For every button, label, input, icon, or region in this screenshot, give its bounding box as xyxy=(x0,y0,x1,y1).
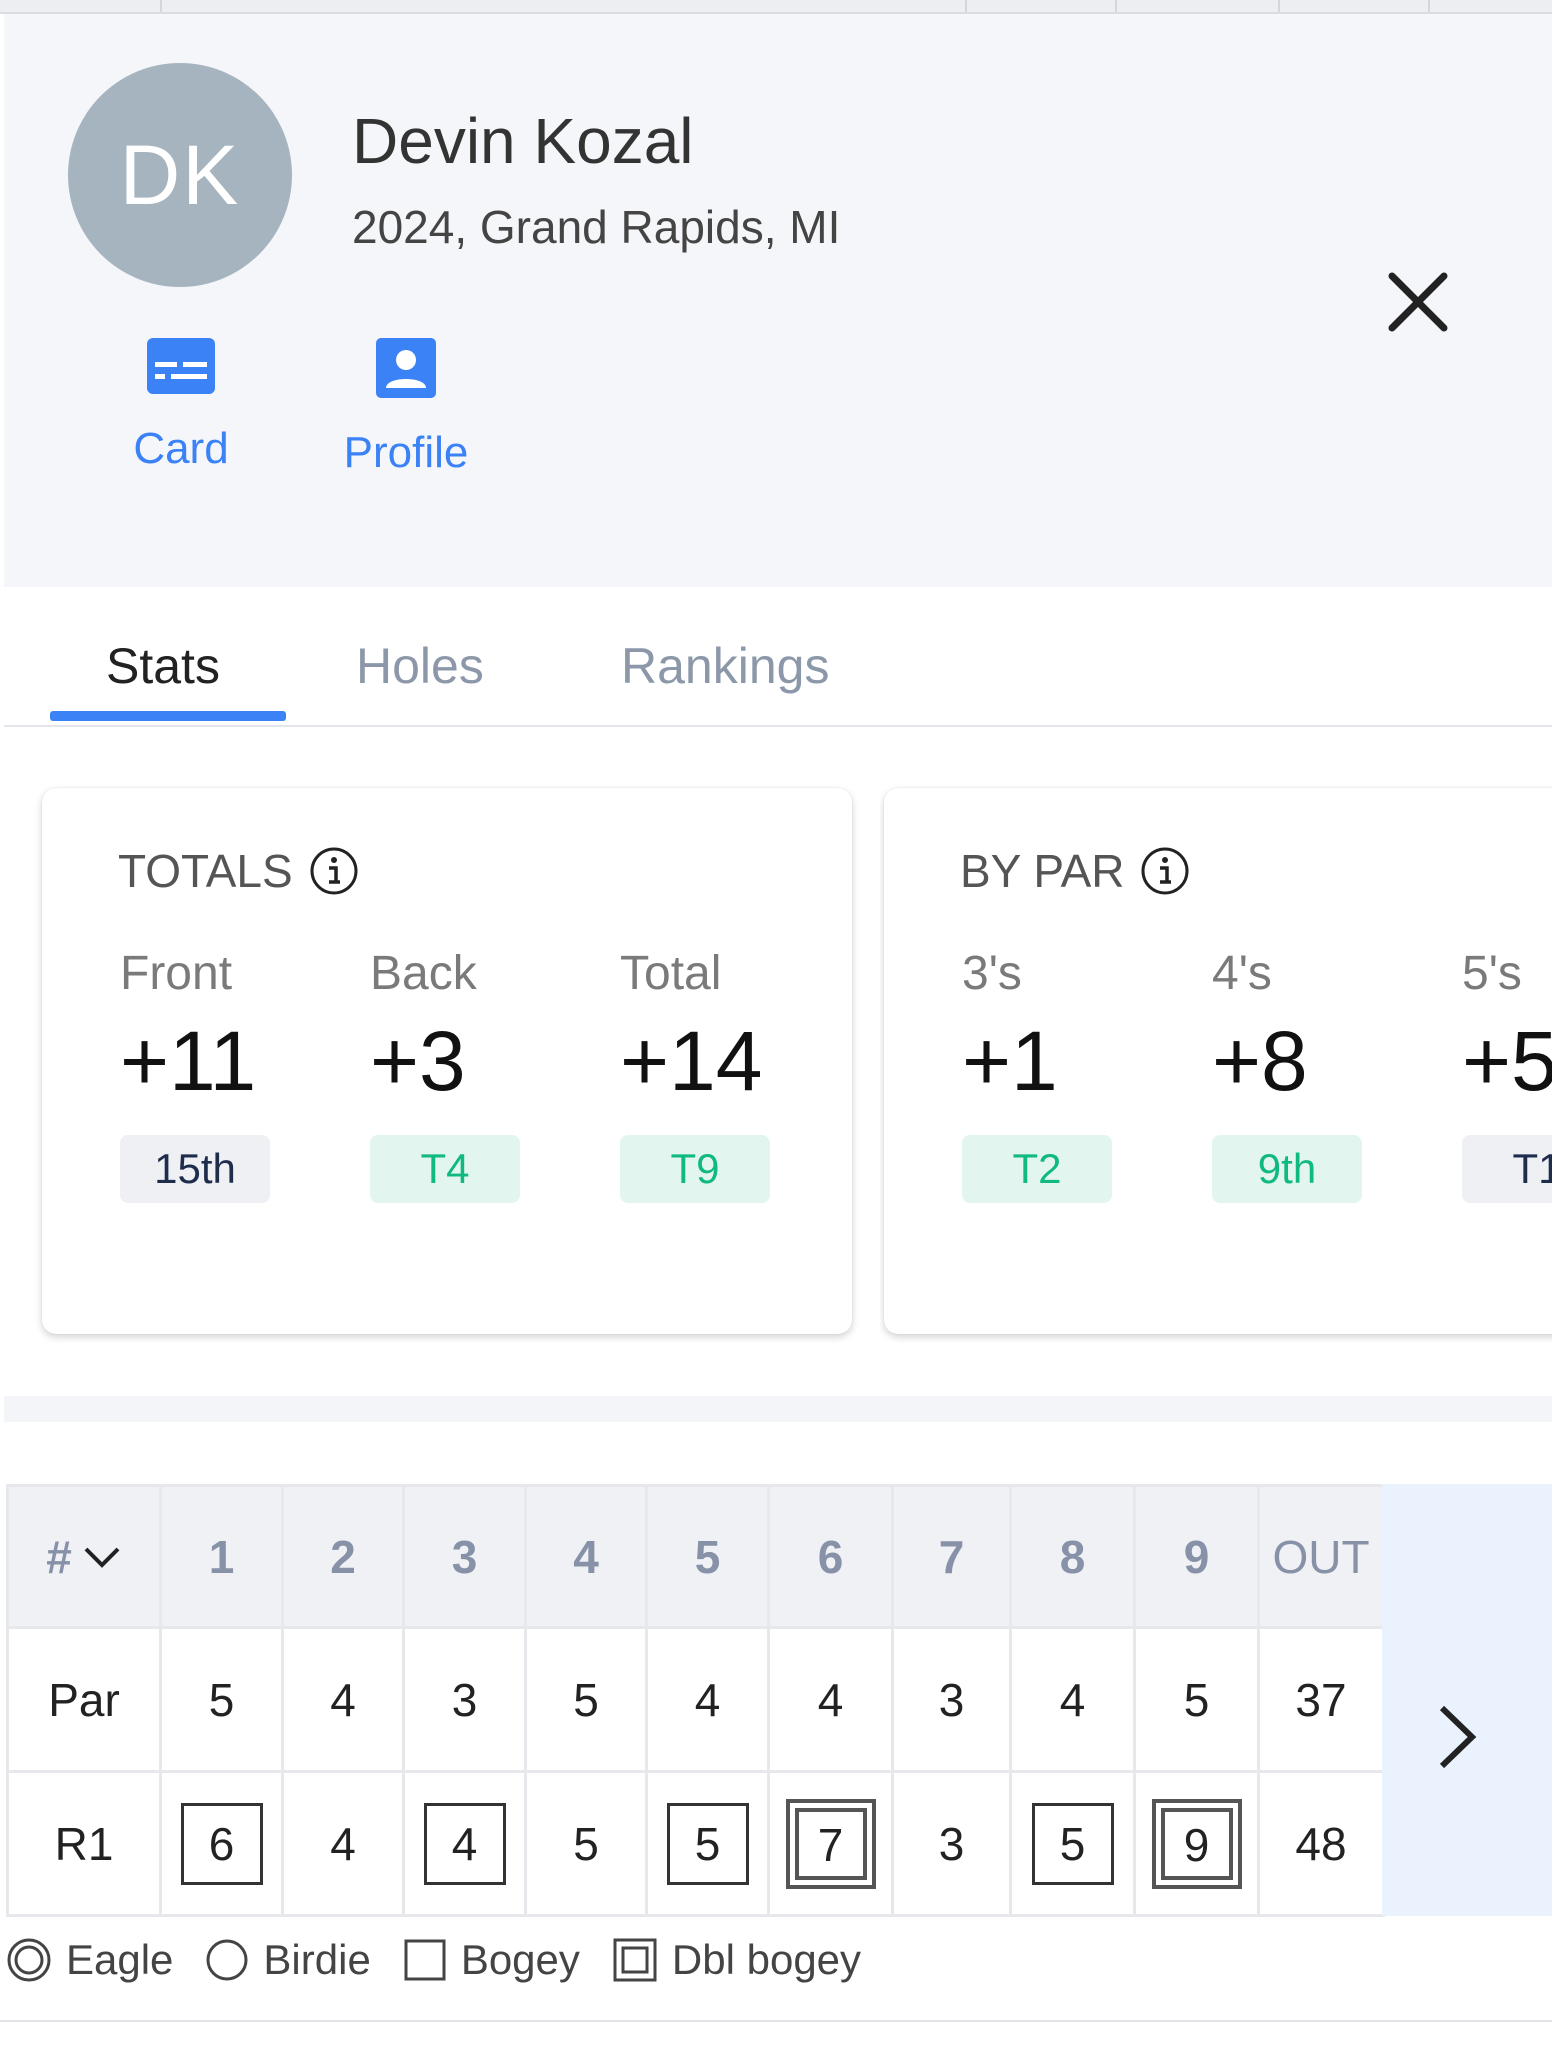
out-header: OUT xyxy=(1257,1484,1385,1629)
score-cell: 9 xyxy=(1133,1770,1260,1917)
round-label: R1 xyxy=(6,1770,162,1917)
round-row: R1 6 4 4 5 5 7 3 5 9 48 xyxy=(6,1770,1385,1917)
score-cell: 5 xyxy=(645,1770,770,1917)
holes-row: # 1 2 3 4 5 6 7 8 9 OUT xyxy=(6,1484,1385,1629)
legend-eagle: Eagle xyxy=(6,1936,173,1984)
rank-badge: T2 xyxy=(962,1135,1112,1203)
score-cell: 5 xyxy=(1009,1770,1136,1917)
rank-badge: T9 xyxy=(620,1135,770,1203)
card-label: Card xyxy=(133,424,229,473)
double-bogey-marker: 9 xyxy=(1151,1798,1242,1889)
active-tab-indicator xyxy=(50,711,286,721)
by-par-card: BY PAR 3's +1 T2 4's +8 9th 5's +5 T1 xyxy=(884,788,1552,1334)
hole-number: 8 xyxy=(1009,1484,1136,1629)
par-value: 3 xyxy=(891,1626,1012,1773)
double-bogey-marker: 7 xyxy=(785,1798,876,1889)
info-icon[interactable] xyxy=(309,846,359,896)
hole-number: 5 xyxy=(645,1484,770,1629)
stat-back: Back +3 T4 xyxy=(370,946,570,1203)
info-icon[interactable] xyxy=(1140,846,1190,896)
bogey-marker: 5 xyxy=(1031,1802,1114,1885)
score-cell: 4 xyxy=(281,1770,405,1917)
par-label: Par xyxy=(6,1626,162,1773)
tab-bar: Stats Holes Rankings xyxy=(4,587,1552,727)
par-value: 3 xyxy=(402,1626,527,1773)
by-par-card-viewport: BY PAR 3's +1 T2 4's +8 9th 5's +5 T1 xyxy=(880,760,1552,1360)
player-header: DK Devin Kozal 2024, Grand Rapids, MI Ca… xyxy=(4,14,1552,587)
chevron-down-icon xyxy=(84,1547,120,1568)
totals-title: TOTALS xyxy=(118,844,359,898)
chevron-right-icon xyxy=(1439,1705,1477,1769)
top-divider xyxy=(0,0,1552,14)
player-name: Devin Kozal xyxy=(352,105,694,177)
profile-label: Profile xyxy=(343,428,469,477)
par-value: 4 xyxy=(281,1626,405,1773)
stat-front: Front +11 15th xyxy=(120,946,320,1203)
legend-bogey: Bogey xyxy=(403,1936,580,1984)
rank-badge: T1 xyxy=(1462,1135,1552,1203)
by-par-title: BY PAR xyxy=(960,844,1190,898)
avatar: DK xyxy=(68,63,292,287)
hole-number: 2 xyxy=(281,1484,405,1629)
tab-holes[interactable]: Holes xyxy=(356,637,484,695)
hole-number: 9 xyxy=(1133,1484,1260,1629)
legend-dbl-bogey: Dbl bogey xyxy=(612,1936,861,1984)
par-out: 37 xyxy=(1257,1626,1385,1773)
rank-badge: 15th xyxy=(120,1135,270,1203)
score-cell: 7 xyxy=(767,1770,894,1917)
eagle-icon xyxy=(7,1938,51,1982)
double-bogey-icon xyxy=(613,1938,657,1982)
par-value: 4 xyxy=(1009,1626,1136,1773)
stat-total: Total +14 T9 xyxy=(620,946,820,1203)
hole-number: 6 xyxy=(767,1484,894,1629)
profile-icon xyxy=(376,338,436,398)
hole-number: 1 xyxy=(159,1484,284,1629)
legend-birdie: Birdie xyxy=(205,1936,371,1984)
score-cell: 3 xyxy=(891,1770,1012,1917)
scorecard-table: # 1 2 3 4 5 6 7 8 9 OUT Par 5 4 3 5 4 4 … xyxy=(6,1484,1385,1917)
stat-par4: 4's +8 9th xyxy=(1212,946,1412,1203)
rank-badge: T4 xyxy=(370,1135,520,1203)
score-legend: Eagle Birdie Bogey Dbl bogey xyxy=(6,1936,893,1984)
next-holes-button[interactable] xyxy=(1382,1484,1552,1916)
card-button[interactable]: Card xyxy=(81,336,281,474)
hole-number: 3 xyxy=(402,1484,527,1629)
section-divider xyxy=(4,1396,1552,1422)
par-value: 5 xyxy=(524,1626,648,1773)
bogey-marker: 4 xyxy=(423,1802,506,1885)
score-cell: 4 xyxy=(402,1770,527,1917)
birdie-icon xyxy=(206,1939,248,1981)
par-value: 4 xyxy=(767,1626,894,1773)
par-row: Par 5 4 3 5 4 4 3 4 5 37 xyxy=(6,1626,1385,1773)
score-out: 48 xyxy=(1257,1770,1385,1917)
stat-par5: 5's +5 T1 xyxy=(1462,946,1552,1203)
totals-card: TOTALS Front +11 15th Back +3 T4 Total +… xyxy=(42,788,852,1334)
profile-button[interactable]: Profile xyxy=(306,336,506,478)
scorecard-icon xyxy=(147,338,215,394)
tab-rankings[interactable]: Rankings xyxy=(621,637,829,695)
par-value: 5 xyxy=(159,1626,284,1773)
par-value: 4 xyxy=(645,1626,770,1773)
bogey-marker: 5 xyxy=(666,1802,749,1885)
hole-number: 7 xyxy=(891,1484,1012,1629)
bogey-icon xyxy=(404,1939,446,1981)
stat-par3: 3's +1 T2 xyxy=(962,946,1162,1203)
score-cell: 5 xyxy=(524,1770,648,1917)
close-icon[interactable] xyxy=(1380,264,1456,340)
hole-number: 4 xyxy=(524,1484,648,1629)
score-cell: 6 xyxy=(159,1770,284,1917)
bogey-marker: 6 xyxy=(180,1802,263,1885)
par-value: 5 xyxy=(1133,1626,1260,1773)
rank-badge: 9th xyxy=(1212,1135,1362,1203)
player-details: 2024, Grand Rapids, MI xyxy=(352,201,841,253)
tab-stats[interactable]: Stats xyxy=(106,637,220,695)
bottom-divider xyxy=(0,2020,1552,2022)
hole-selector[interactable]: # xyxy=(6,1484,162,1629)
